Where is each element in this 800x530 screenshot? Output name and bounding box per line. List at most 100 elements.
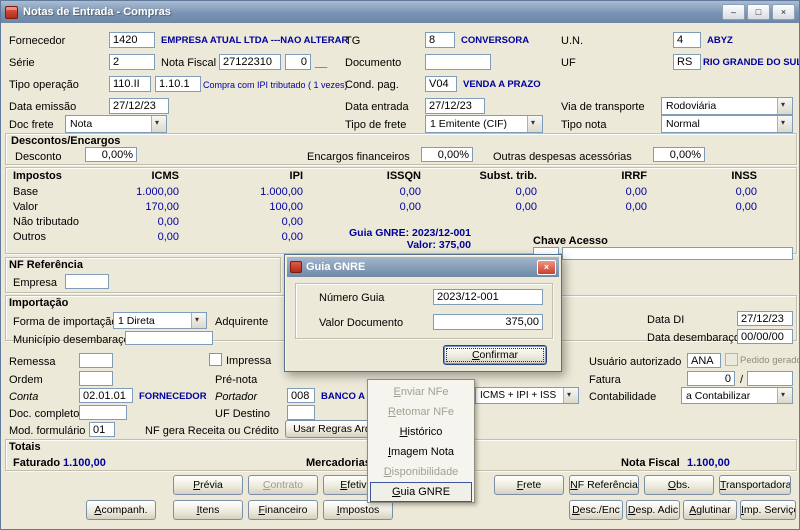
tipo-operacao-code1-field[interactable]: 110.II xyxy=(109,76,151,92)
tipo-nota-value: Normal xyxy=(666,118,700,130)
tipo-operacao-desc: Compra com IPI tributado ( 1 vezes) xyxy=(203,80,348,90)
minimize-button[interactable]: – xyxy=(722,4,745,20)
outras-despesas-field[interactable]: 0,00% xyxy=(653,147,705,162)
conta-field[interactable]: 02.01.01 xyxy=(79,388,133,403)
tipo-operacao-code2-field[interactable]: 1.10.1 xyxy=(155,76,201,92)
pedido-gerado-label: Pedido gerado xyxy=(740,355,800,366)
ordem-field[interactable] xyxy=(79,371,113,386)
impressa-checkbox[interactable] xyxy=(209,353,222,366)
guia-valor-note: Valor: 375,00 xyxy=(406,239,471,251)
chevron-down-icon[interactable] xyxy=(527,116,542,132)
nota-fiscal-label: Nota Fiscal xyxy=(161,57,217,69)
numero-guia-label: Número Guia xyxy=(319,292,385,304)
documento-field[interactable] xyxy=(425,54,491,70)
tipo-nota-select[interactable]: Normal xyxy=(661,115,793,133)
mod-formulario-field[interactable]: 01 xyxy=(89,422,115,437)
uf-destino-label: UF Destino xyxy=(215,408,271,420)
nota-fiscal-mask[interactable]: __ xyxy=(315,57,327,69)
forma-importacao-select[interactable]: 1 Direta xyxy=(113,312,207,329)
chevron-down-icon[interactable] xyxy=(777,98,792,114)
desp-adic-button[interactable]: Desp. Adic xyxy=(626,500,680,520)
naotrib-ipi: 0,00 xyxy=(281,216,303,228)
remessa-field[interactable] xyxy=(79,353,113,368)
contabilidade-select[interactable]: a Contabilizar xyxy=(681,387,793,404)
col-inss: INSS xyxy=(731,170,757,182)
mercadorias-label: Mercadorias xyxy=(306,457,371,469)
valor-documento-field[interactable]: 375,00 xyxy=(433,314,543,330)
tributos-select[interactable]: ICMS + IPI + ISS xyxy=(475,387,579,404)
municipio-desembaraco-field[interactable] xyxy=(125,331,213,345)
data-emissao-field[interactable]: 27/12/23 xyxy=(109,98,169,114)
acompanhamento-button[interactable]: Acompanh. xyxy=(86,500,156,520)
row-outros-label: Outros xyxy=(13,231,47,243)
serie-field[interactable]: 2 xyxy=(109,54,155,70)
financeiro-button[interactable]: Financeiro xyxy=(248,500,318,520)
close-button[interactable]: × xyxy=(772,4,795,20)
chevron-down-icon[interactable] xyxy=(563,388,578,403)
nota-fiscal-aux-field[interactable]: 0 xyxy=(285,54,311,70)
pedido-gerado-checkbox xyxy=(725,353,738,366)
data-desembaraco-field[interactable]: 00/00/00 xyxy=(737,329,793,344)
numero-guia-field[interactable]: 2023/12-001 xyxy=(433,289,543,305)
encargos-field[interactable]: 0,00% xyxy=(421,147,473,162)
imp-servico-button[interactable]: Imp. Serviço xyxy=(740,500,796,520)
itens-button[interactable]: Itens xyxy=(173,500,243,520)
confirmar-button[interactable]: Confirmar xyxy=(443,345,547,365)
doc-frete-select[interactable]: Nota xyxy=(65,115,167,133)
window-title: Notas de Entrada - Compras xyxy=(23,6,171,18)
tg-label: TG xyxy=(345,35,361,47)
desc-enc-button[interactable]: Desc./Enc xyxy=(569,500,623,520)
conta-label: Conta xyxy=(9,391,39,403)
frete-button[interactable]: Frete xyxy=(494,475,564,495)
contrato-button: Contrato xyxy=(248,475,318,495)
transportadora-button[interactable]: Transportadora xyxy=(719,475,791,495)
impostos-button[interactable]: Impostos xyxy=(323,500,393,520)
cond-pag-field[interactable]: V04 xyxy=(425,76,457,92)
fatura-field[interactable]: 0 xyxy=(687,371,735,386)
data-entrada-field[interactable]: 27/12/23 xyxy=(425,98,485,114)
tg-code-field[interactable]: 8 xyxy=(425,32,455,48)
aglutinar-button[interactable]: Aglutinar xyxy=(683,500,737,520)
forma-importacao-label: Forma de importação xyxy=(13,316,118,328)
chevron-down-icon[interactable] xyxy=(151,116,166,132)
uf-destino-field[interactable] xyxy=(287,405,315,420)
un-code-field[interactable]: 4 xyxy=(673,32,701,48)
col-ipi: IPI xyxy=(289,170,303,182)
obs-button[interactable]: Obs. xyxy=(644,475,714,495)
data-di-label: Data DI xyxy=(647,314,685,326)
municipio-desembaraco-label: Município desembaraço xyxy=(13,334,130,346)
forma-importacao-value: 1 Direta xyxy=(118,315,155,327)
chevron-down-icon[interactable] xyxy=(191,313,206,328)
menu-item-imagem-nota[interactable]: Imagem Nota xyxy=(370,442,472,462)
via-transporte-select[interactable]: Rodoviária xyxy=(661,97,793,115)
portador-field[interactable]: 008 xyxy=(287,388,315,403)
menu-item-historico[interactable]: Histórico xyxy=(370,422,472,442)
fatura-field-2[interactable] xyxy=(747,371,793,386)
data-di-field[interactable]: 27/12/23 xyxy=(737,311,793,326)
empresa-label: Empresa xyxy=(13,277,58,289)
nota-fiscal-field[interactable]: 27122310 xyxy=(219,54,281,70)
via-transporte-value: Rodoviária xyxy=(666,100,717,112)
menu-item-guia-gnre[interactable]: Guia GNRE xyxy=(370,482,472,502)
uf-code-field[interactable]: RS xyxy=(673,54,701,70)
usuario-autorizado-field[interactable]: ANA xyxy=(687,353,721,368)
tipo-frete-select[interactable]: 1 Emitente (CIF) xyxy=(425,115,543,133)
fornecedor-code-field[interactable]: 1420 xyxy=(109,32,155,48)
maximize-button[interactable]: □ xyxy=(747,4,770,20)
valor-subst: 0,00 xyxy=(515,201,537,213)
fatura-label: Fatura xyxy=(589,374,621,386)
cond-pag-name: VENDA A PRAZO xyxy=(463,79,541,90)
chave-acesso-field-2[interactable] xyxy=(562,247,793,260)
nf-referencia-button[interactable]: NF Referência xyxy=(569,475,639,495)
base-irrf: 0,00 xyxy=(625,186,647,198)
desconto-field[interactable]: 0,00% xyxy=(85,147,137,162)
uf-label: UF xyxy=(561,57,576,69)
chevron-down-icon[interactable] xyxy=(777,116,792,132)
valor-issqn: 0,00 xyxy=(399,201,421,213)
chevron-down-icon[interactable] xyxy=(777,388,792,403)
doc-completo-field[interactable] xyxy=(79,405,127,420)
previa-button[interactable]: Prévia xyxy=(173,475,243,495)
data-emissao-label: Data emissão xyxy=(9,101,77,113)
dialog-close-button[interactable]: × xyxy=(537,259,556,275)
empresa-field[interactable] xyxy=(65,274,109,289)
